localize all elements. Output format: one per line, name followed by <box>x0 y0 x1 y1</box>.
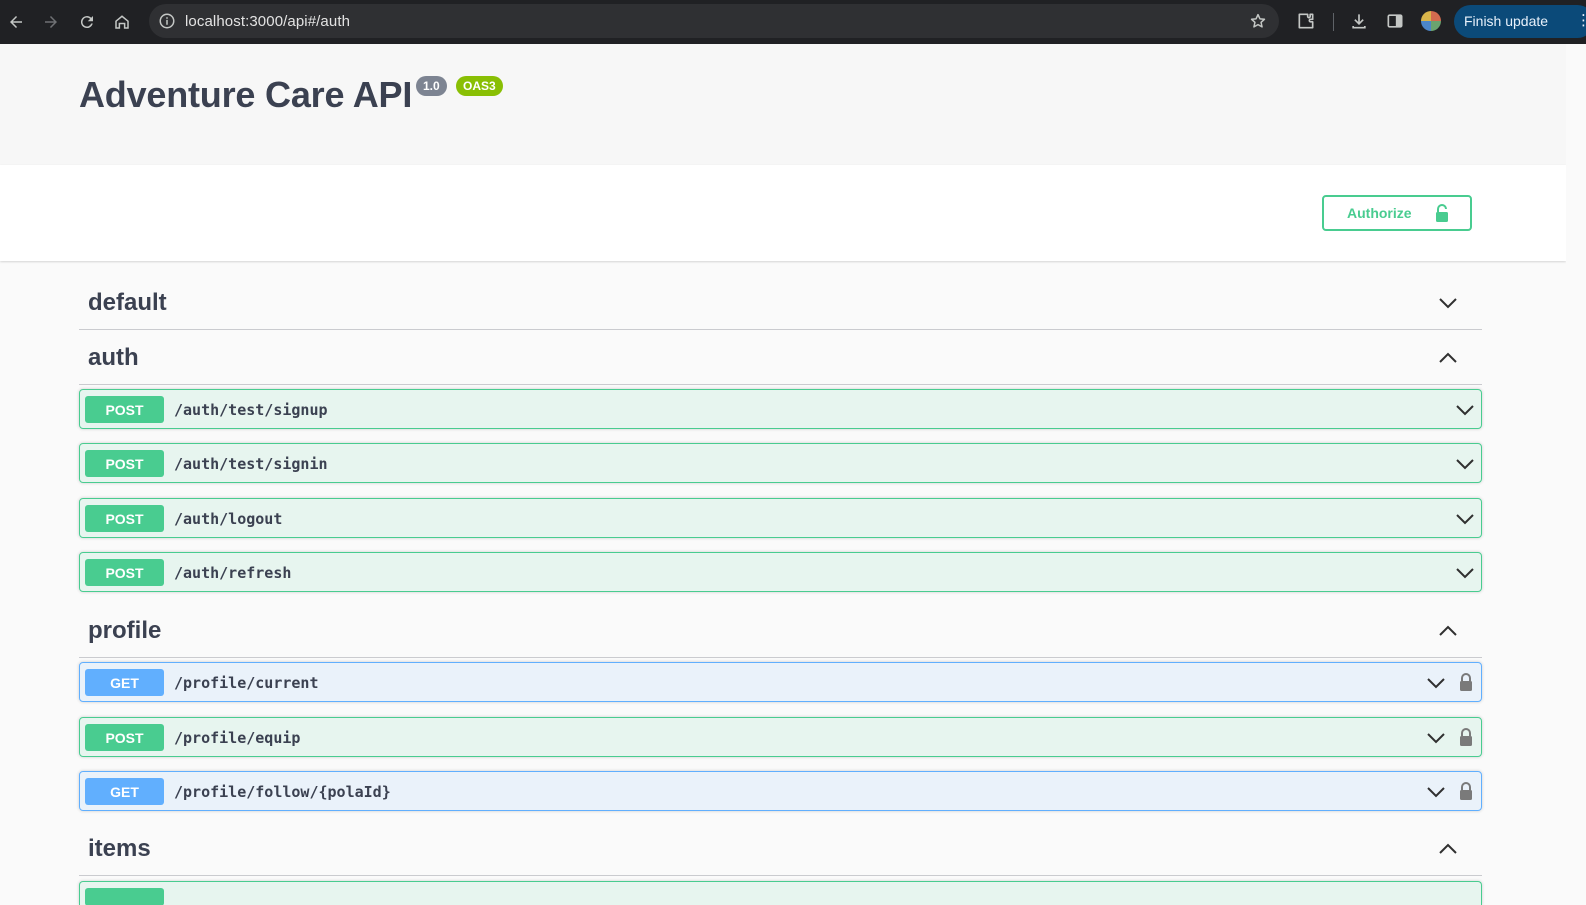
tag-name: profile <box>88 617 162 644</box>
chevron-down-icon[interactable] <box>1455 454 1475 474</box>
home-icon[interactable] <box>108 8 136 36</box>
operation-path: /auth/test/signup <box>174 401 328 419</box>
address-bar[interactable]: localhost:3000/api#/auth <box>149 4 1279 38</box>
chevron-down-icon <box>1439 298 1457 309</box>
chevron-down-icon[interactable] <box>1455 509 1475 529</box>
chevron-up-icon <box>1439 843 1457 854</box>
operation-profile-current[interactable]: GET /profile/current <box>79 662 1482 702</box>
oas-badge: OAS3 <box>456 76 503 96</box>
method-badge: GET <box>85 778 164 805</box>
chevron-up-icon <box>1439 625 1457 636</box>
tag-name: auth <box>88 344 139 371</box>
finish-update-label: Finish update <box>1464 13 1549 29</box>
version-badge: 1.0 <box>416 76 447 96</box>
extensions-icon[interactable] <box>1296 11 1316 31</box>
bookmark-star-icon[interactable] <box>1249 12 1267 30</box>
tag-default[interactable]: default <box>79 275 1482 330</box>
site-info-icon[interactable] <box>158 12 176 30</box>
method-badge: POST <box>85 505 164 532</box>
api-title: Adventure Care API <box>79 74 413 115</box>
scheme-container: Authorize <box>0 165 1566 261</box>
method-badge: POST <box>85 450 164 477</box>
chevron-down-icon[interactable] <box>1455 563 1475 583</box>
downloads-icon[interactable] <box>1349 11 1369 31</box>
back-icon[interactable] <box>2 8 30 36</box>
lock-icon[interactable] <box>1458 781 1474 801</box>
method-badge: POST <box>85 559 164 586</box>
operation-auth-refresh[interactable]: POST /auth/refresh <box>79 552 1482 592</box>
method-badge <box>85 888 164 905</box>
operation-path: /profile/follow/{polaId} <box>174 783 391 801</box>
lock-open-icon <box>1436 204 1448 222</box>
operation-path: /auth/test/signin <box>174 455 328 473</box>
operation-auth-logout[interactable]: POST /auth/logout <box>79 498 1482 538</box>
finish-update-button[interactable]: Finish update ⋮ <box>1454 5 1586 38</box>
operation-auth-signin[interactable]: POST /auth/test/signin <box>79 443 1482 483</box>
menu-dots-icon[interactable]: ⋮ <box>1576 13 1586 28</box>
method-badge: GET <box>85 669 164 696</box>
side-panel-icon[interactable] <box>1385 11 1405 31</box>
swagger-page: Adventure Care API 1.0 OAS3 Authorize de… <box>0 44 1566 905</box>
method-badge: POST <box>85 724 164 751</box>
url-text: localhost:3000/api#/auth <box>185 13 351 30</box>
chevron-down-icon[interactable] <box>1455 400 1475 420</box>
operation-path: /auth/logout <box>174 510 283 528</box>
forward-icon[interactable] <box>37 8 65 36</box>
authorize-label: Authorize <box>1347 205 1412 221</box>
toolbar-divider <box>1333 13 1334 31</box>
reload-icon[interactable] <box>73 8 101 36</box>
profile-avatar[interactable] <box>1421 11 1441 31</box>
api-info-section: Adventure Care API 1.0 OAS3 <box>0 44 1566 165</box>
operation-auth-signup[interactable]: POST /auth/test/signup <box>79 389 1482 429</box>
scrollbar-track[interactable] <box>1566 44 1586 905</box>
operation-path: /profile/current <box>174 674 319 692</box>
operation-items-partial[interactable] <box>79 881 1482 905</box>
operation-path: /auth/refresh <box>174 564 292 582</box>
tag-profile[interactable]: profile <box>79 603 1482 658</box>
method-badge: POST <box>85 396 164 423</box>
lock-icon[interactable] <box>1458 727 1474 747</box>
operation-profile-equip[interactable]: POST /profile/equip <box>79 717 1482 757</box>
chevron-up-icon <box>1439 352 1457 363</box>
tag-auth[interactable]: auth <box>79 330 1482 385</box>
chevron-down-icon[interactable] <box>1426 728 1446 748</box>
operation-path: /profile/equip <box>174 729 301 747</box>
tag-items[interactable]: items <box>79 821 1482 876</box>
chevron-down-icon[interactable] <box>1426 673 1446 693</box>
chevron-down-icon[interactable] <box>1426 782 1446 802</box>
operation-profile-follow[interactable]: GET /profile/follow/{polaId} <box>79 771 1482 811</box>
tag-name: items <box>88 835 151 862</box>
authorize-button[interactable]: Authorize <box>1322 195 1472 231</box>
browser-toolbar: localhost:3000/api#/auth Finish update ⋮ <box>0 0 1586 44</box>
lock-icon[interactable] <box>1458 672 1474 692</box>
tag-name: default <box>88 289 167 316</box>
